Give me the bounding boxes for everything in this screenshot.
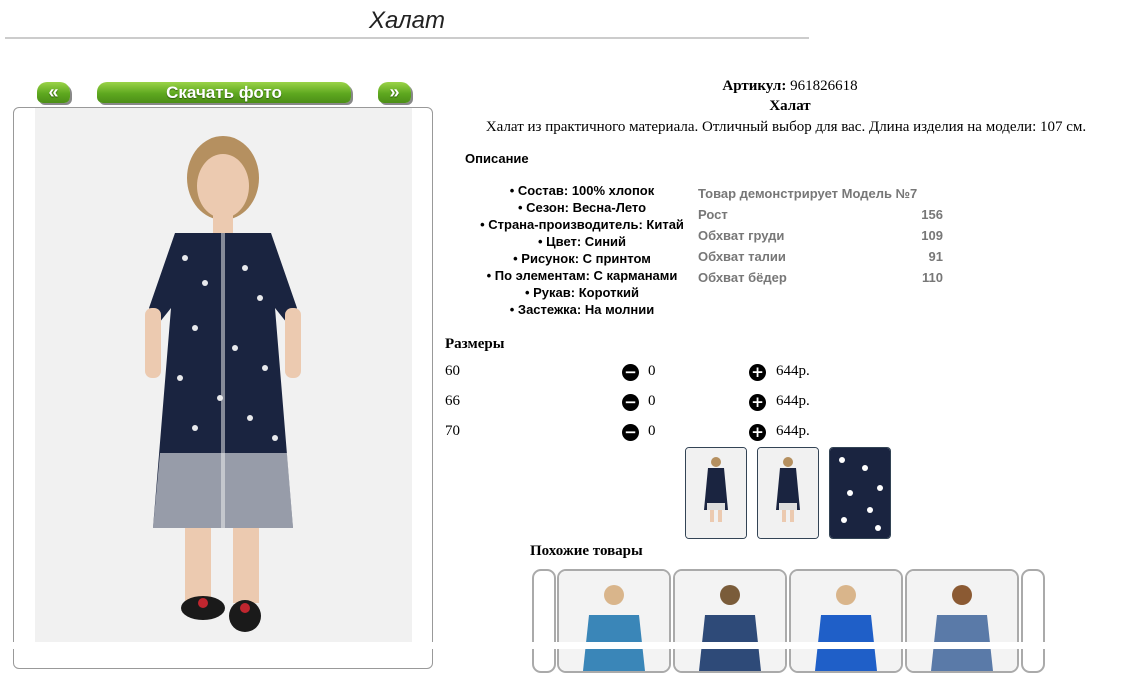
thumbnail-photo[interactable] — [757, 447, 819, 539]
feature-item: Цвет: Синий — [465, 233, 699, 250]
price-value: 644р. — [776, 423, 810, 439]
quantity-value: 0 — [648, 393, 656, 409]
minus-circle-icon[interactable]: − — [622, 394, 639, 411]
feature-item: По элементам: С карманами — [465, 267, 699, 284]
size-row: 60 − 0 + 644р. — [445, 363, 845, 385]
article-value: 961826618 — [790, 78, 858, 94]
feature-item: Сезон: Весна-Лето — [465, 199, 699, 216]
model-row: Обхват бёдер 110 — [698, 267, 943, 288]
sizes-heading: Размеры — [445, 336, 505, 352]
price-value: 644р. — [776, 363, 810, 379]
similar-scroll-right[interactable] — [1021, 569, 1045, 673]
feature-item: Состав: 100% хлопок — [465, 182, 699, 199]
size-value: 66 — [445, 393, 460, 409]
model-row-value: 156 — [921, 207, 943, 222]
minus-circle-icon[interactable]: − — [622, 364, 639, 381]
feature-list: Состав: 100% хлопок Сезон: Весна-Лето Ст… — [465, 182, 699, 318]
feature-item: Застежка: На молнии — [465, 301, 699, 318]
model-row-label: Обхват талии — [698, 249, 786, 264]
model-row: Обхват груди 109 — [698, 225, 943, 246]
quantity-value: 0 — [648, 423, 656, 439]
plus-circle-icon[interactable]: + — [749, 394, 766, 411]
article-line: Артикул: 961826618 — [445, 78, 1127, 95]
download-photo-button[interactable]: Скачать фото — [97, 82, 351, 103]
feature-item: Рисунок: С принтом — [465, 250, 699, 267]
size-value: 60 — [445, 363, 460, 379]
article-label: Артикул: — [722, 78, 787, 94]
similar-heading: Похожие товары — [530, 543, 643, 559]
similar-product-card[interactable] — [673, 569, 787, 673]
size-row: 70 − 0 + 644р. — [445, 423, 845, 445]
model-row: Рост 156 — [698, 204, 943, 225]
model-row-value: 110 — [922, 270, 943, 285]
similar-scroll-left[interactable] — [532, 569, 556, 673]
model-row: Обхват талии 91 — [698, 246, 943, 267]
model-row-label: Обхват груди — [698, 228, 785, 243]
minus-circle-icon[interactable]: − — [622, 424, 639, 441]
main-product-photo[interactable] — [35, 108, 412, 649]
plus-circle-icon[interactable]: + — [749, 364, 766, 381]
model-row-label: Обхват бёдер — [698, 270, 787, 285]
plus-circle-icon[interactable]: + — [749, 424, 766, 441]
model-row-label: Рост — [698, 207, 728, 222]
page-title: Халат — [5, 4, 809, 39]
size-row: 66 − 0 + 644р. — [445, 393, 845, 415]
similar-product-card[interactable] — [789, 569, 903, 673]
description-heading: Описание — [465, 151, 529, 166]
next-photo-button[interactable]: » — [378, 82, 411, 103]
quantity-value: 0 — [648, 363, 656, 379]
thumbnail-photo[interactable] — [829, 447, 891, 539]
product-name: Халат — [769, 98, 811, 114]
feature-item: Рукав: Короткий — [465, 284, 699, 301]
model-row-value: 91 — [928, 249, 943, 264]
similar-product-card[interactable] — [905, 569, 1019, 673]
feature-item: Страна-производитель: Китай — [465, 216, 699, 233]
model-row-value: 109 — [921, 228, 943, 243]
price-value: 644р. — [776, 393, 810, 409]
prev-photo-button[interactable]: « — [37, 82, 70, 103]
model-heading: Товар демонстрирует Модель №7 — [698, 186, 918, 201]
thumbnail-photo[interactable] — [685, 447, 747, 539]
page-bottom-edge — [0, 642, 1127, 649]
size-value: 70 — [445, 423, 460, 439]
similar-product-card[interactable] — [557, 569, 671, 673]
product-description: Халат из практичного материала. Отличный… — [485, 119, 1087, 135]
model-info: Товар демонстрирует Модель №7 Рост 156 Об… — [698, 183, 943, 288]
